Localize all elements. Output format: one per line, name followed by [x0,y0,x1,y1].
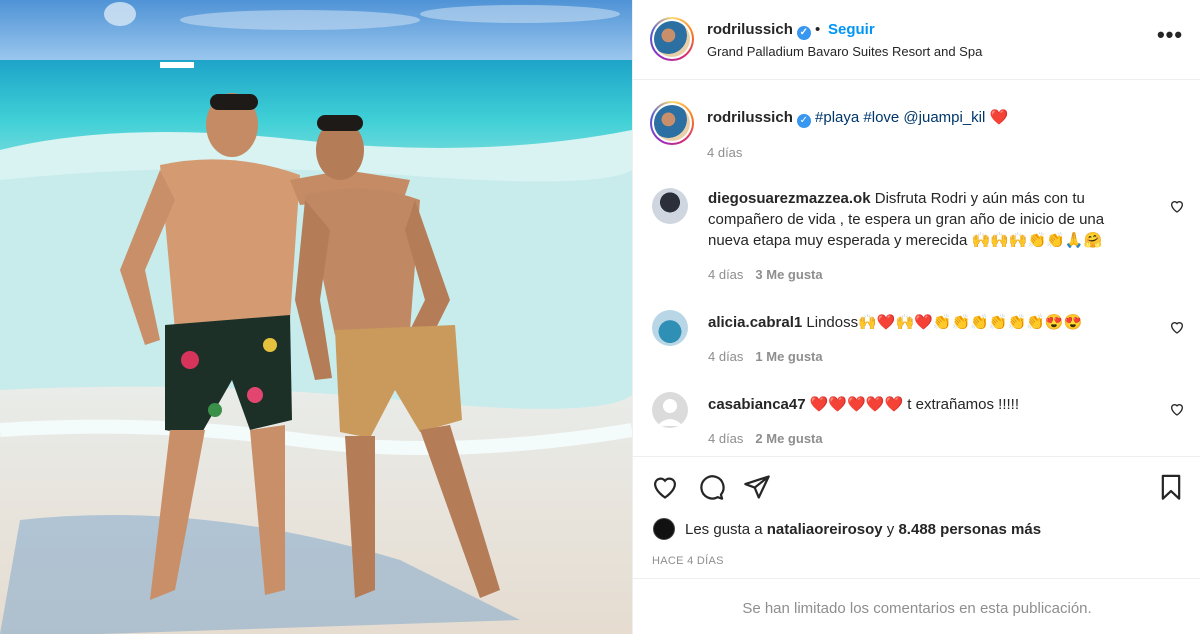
follow-button[interactable]: Seguir [828,21,875,38]
likes-count[interactable]: 8.488 personas más [898,521,1041,538]
commenter-username[interactable]: alicia.cabral1 [708,314,802,331]
comment-bubble-icon[interactable] [697,473,725,501]
comment-like-heart-icon[interactable] [1169,319,1185,335]
verified-badge-icon: ✓ [796,26,811,40]
post-header: rodrilussich ✓ • Seguir Grand Palladium B… [633,0,1200,80]
location-link[interactable]: Grand Palladium Bavaro Suites Resort and… [707,44,982,59]
commenter-avatar[interactable] [652,188,688,224]
comment-like-heart-icon[interactable] [1169,401,1185,417]
caption-time[interactable]: 4 días [707,145,742,160]
comment-body: diegosuarezmazzea.ok Disfruta Rodri y aú… [708,188,1148,251]
like-heart-icon[interactable] [651,473,679,501]
header-separator: • [815,21,821,38]
comment-meta: 4 días 2 Me gusta [708,431,823,446]
comment-likes[interactable]: 3 Me gusta [755,267,822,282]
comment-text: Lindoss🙌❤️🙌❤️👏👏👏👏👏👏😍😍 [806,314,1083,331]
comment-time[interactable]: 4 días [708,431,743,446]
commenter-username[interactable]: casabianca47 [708,396,806,413]
comment-text: ❤️❤️❤️❤️❤️ t extrañamos !!!!! [809,396,1020,413]
likes-prefix: Les gusta a [685,520,763,538]
post-timestamp[interactable]: HACE 4 DÍAS [652,555,724,567]
share-send-icon[interactable] [743,473,771,501]
post-photo [0,0,632,634]
caption-avatar[interactable] [650,101,694,145]
caption-heart-emoji: ❤️ [989,109,1009,126]
comment-meta: 4 días 3 Me gusta [708,267,823,282]
comment-like-heart-icon[interactable] [1169,198,1185,214]
likes-summary: Les gusta a nataliaoreirosoy y 8.488 per… [653,518,1041,540]
likes-joiner: y [886,520,895,538]
commenter-username[interactable]: diegosuarezmazzea.ok [708,190,871,207]
comment-time[interactable]: 4 días [708,267,743,282]
save-bookmark-icon[interactable] [1157,473,1185,501]
commenter-avatar[interactable] [652,310,688,346]
comment-body: casabianca47 ❤️❤️❤️❤️❤️ t extrañamos !!!… [708,394,1148,415]
liker-avatar[interactable] [653,518,675,540]
verified-badge-icon: ✓ [796,114,811,128]
liker-username[interactable]: nataliaoreirosoy [767,521,883,538]
commenter-avatar[interactable] [652,392,688,428]
caption-tags[interactable]: #playa #love @juampi_kil [815,109,985,126]
comment-body: alicia.cabral1 Lindoss🙌❤️🙌❤️👏👏👏👏👏👏😍😍 [708,312,1148,333]
caption-username[interactable]: rodrilussich [707,109,793,126]
comment-meta: 4 días 1 Me gusta [708,349,823,364]
author-avatar[interactable] [650,17,694,61]
post-caption: rodrilussich ✓ #playa #love @juampi_kil ❤… [707,108,1008,128]
comment-time[interactable]: 4 días [708,349,743,364]
post-side-panel: rodrilussich ✓ • Seguir Grand Palladium B… [632,0,1200,634]
comment-likes[interactable]: 1 Me gusta [755,349,822,364]
author-username-text[interactable]: rodrilussich [707,21,793,38]
more-options-icon[interactable]: ••• [1155,24,1185,53]
comments-limited-notice: Se han limitado los comentarios en esta … [633,578,1200,634]
post-actions-bar [633,456,1200,516]
comment-likes[interactable]: 2 Me gusta [755,431,822,446]
author-username[interactable]: rodrilussich ✓ [707,21,811,40]
